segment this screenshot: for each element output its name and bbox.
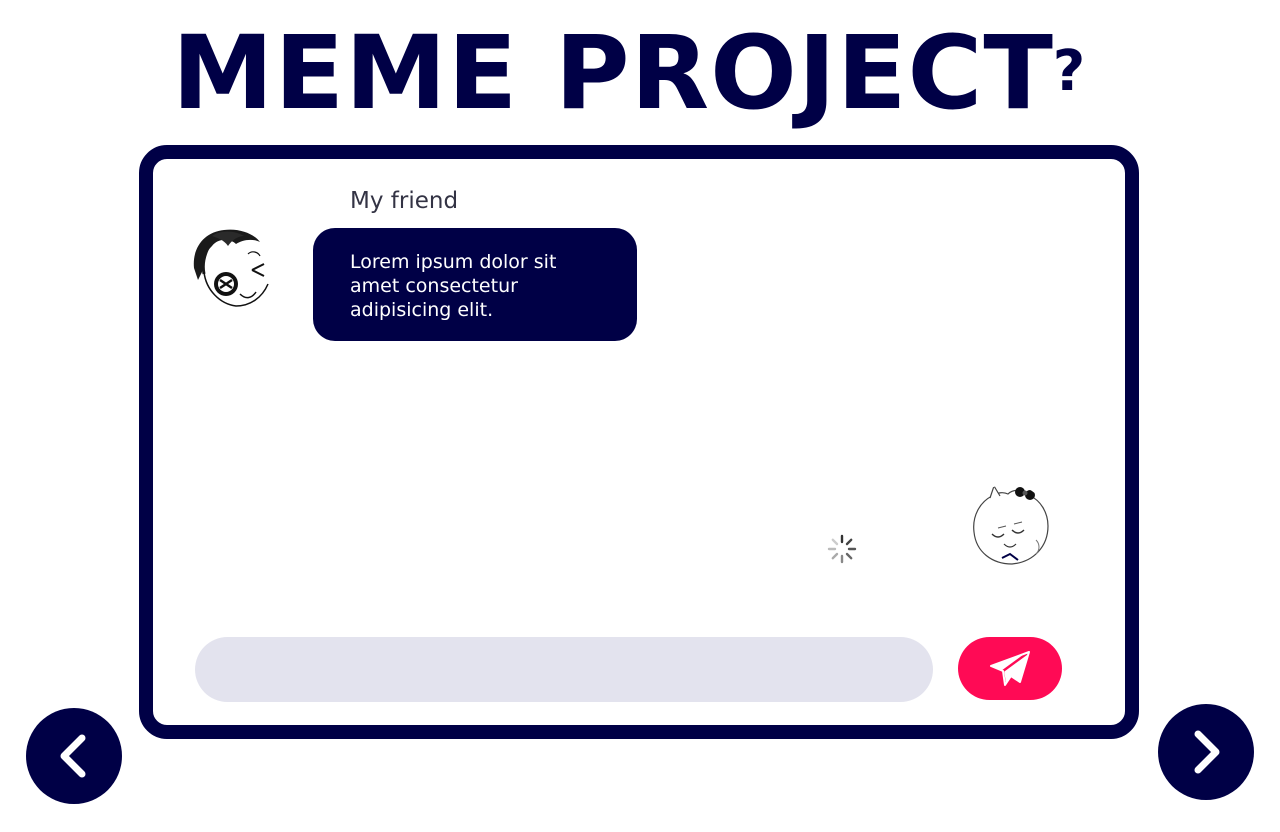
my-avatar (968, 484, 1050, 566)
friend-avatar (190, 228, 272, 310)
friend-message-bubble: Lorem ipsum dolor sit amet consectetur a… (313, 228, 637, 341)
message-input[interactable] (195, 637, 933, 702)
page: MEME PROJECT ? My friend Lorem ipsum dol… (0, 0, 1280, 832)
next-button[interactable] (1158, 704, 1254, 800)
previous-button[interactable] (26, 708, 122, 804)
help-button[interactable]: ? (1044, 40, 1094, 104)
friend-avatar-illustration (190, 228, 272, 310)
paper-plane-icon (990, 650, 1030, 686)
loading-spinner-icon (827, 534, 857, 564)
sender-name: My friend (350, 188, 459, 214)
chevron-right-icon (1194, 730, 1220, 774)
chevron-left-icon (60, 734, 86, 778)
page-title: MEME PROJECT (172, 14, 1054, 133)
send-button[interactable] (958, 637, 1062, 700)
my-avatar-illustration (968, 484, 1050, 566)
